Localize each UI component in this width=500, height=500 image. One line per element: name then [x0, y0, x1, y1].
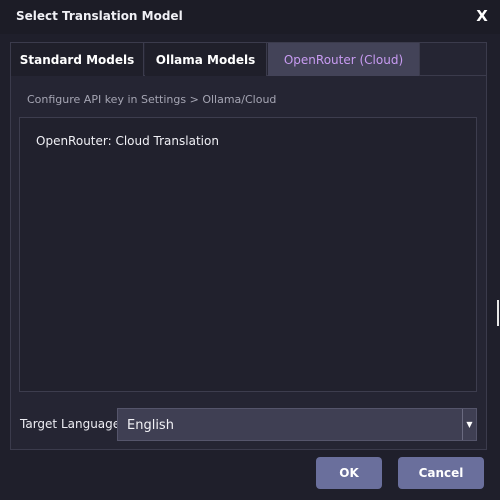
tab-openrouter-cloud[interactable]: OpenRouter (Cloud): [268, 43, 420, 76]
api-key-hint: Configure API key in Settings > Ollama/C…: [27, 93, 277, 106]
target-language-label: Target Language:: [20, 417, 125, 431]
title-bar: Select Translation Model X: [0, 0, 500, 34]
tab-ollama-models[interactable]: Ollama Models: [145, 43, 267, 76]
tab-standard-models[interactable]: Standard Models: [11, 43, 144, 76]
target-language-value: English: [127, 418, 174, 433]
tab-bar: Standard Models Ollama Models OpenRouter…: [11, 43, 486, 76]
window-title: Select Translation Model: [16, 9, 183, 23]
model-list[interactable]: OpenRouter: Cloud Translation: [19, 117, 477, 392]
close-button[interactable]: X: [474, 7, 490, 25]
chevron-down-icon[interactable]: ▼: [462, 409, 476, 440]
model-list-item[interactable]: OpenRouter: Cloud Translation: [36, 134, 219, 148]
ok-button[interactable]: OK: [316, 457, 382, 489]
target-language-select[interactable]: English ▼: [117, 408, 477, 441]
tab-panel: Standard Models Ollama Models OpenRouter…: [10, 42, 487, 450]
cancel-button[interactable]: Cancel: [398, 457, 484, 489]
